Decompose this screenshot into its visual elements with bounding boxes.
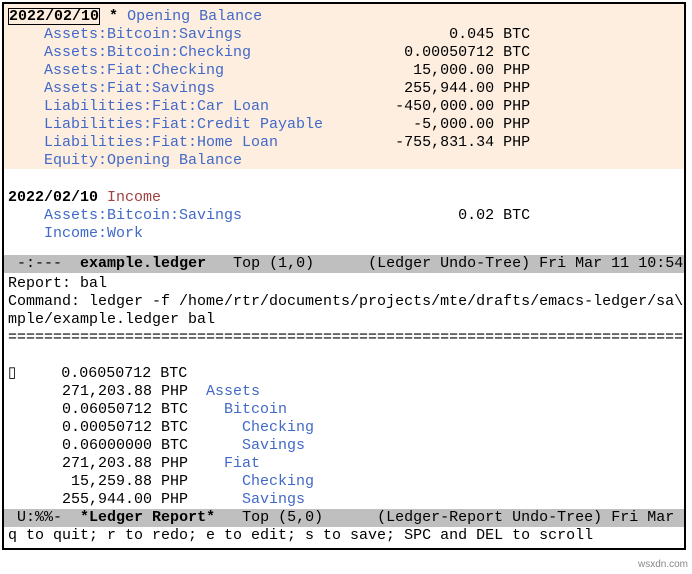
posting-account: Assets:Bitcoin:Savings [44,26,350,43]
report-account: Assets [206,383,260,400]
posting-line: Assets:Bitcoin:Savings 0.045 BTC [8,26,680,44]
watermark: wsxdn.com [638,556,688,574]
posting-account: Liabilities:Fiat:Car Loan [44,98,350,115]
posting-account: Assets:Bitcoin:Checking [44,44,350,61]
emacs-frame: 2022/02/10 * Opening Balance Assets:Bitc… [2,2,686,550]
modeline-report: U:%%- *Ledger Report* Top (5,0) (Ledger-… [4,509,684,527]
posting-line: Assets:Fiat:Checking 15,000.00 PHP [8,62,680,80]
posting-line: Assets:Bitcoin:Savings 0.02 BTC [8,207,680,225]
echo-text: q to quit; r to redo; e to edit; s to sa… [8,527,593,544]
posting-line: Income:Work [8,225,680,243]
posting-amount: -755,831.34 PHP [350,134,530,151]
report-account: Checking [242,419,314,436]
posting-line: Assets:Fiat:Savings 255,944.00 PHP [8,80,680,98]
posting-line: Liabilities:Fiat:Home Loan -755,831.34 P… [8,134,680,152]
transaction-header-opening: 2022/02/10 * Opening Balance [8,8,680,26]
transaction-header-income: 2022/02/10 Income [8,189,680,207]
modeline-flags: -:--- [17,255,62,272]
posting-account: Assets:Fiat:Checking [44,62,350,79]
posting-account: Liabilities:Fiat:Home Loan [44,134,350,151]
posting-amount [350,152,530,169]
modeline-position: Top (5,0) [242,509,323,526]
posting-account: Liabilities:Fiat:Credit Payable [44,116,350,133]
posting-amount: 0.02 BTC [350,207,530,224]
modeline-flags: U:%%- [17,509,62,526]
report-command-line2: mple/example.ledger bal [8,311,215,328]
posting-account: Assets:Fiat:Savings [44,80,350,97]
modeline-time: Fri Mar [611,509,674,526]
posting-amount: -5,000.00 PHP [350,116,530,133]
report-separator: ========================================… [8,329,683,346]
posting-line: Liabilities:Fiat:Credit Payable -5,000.0… [8,116,680,134]
modeline-modes: (Ledger Undo-Tree) [368,255,530,272]
report-command-line1: Command: ledger -f /home/rtr/documents/p… [8,293,683,310]
modeline-modes: (Ledger-Report Undo-Tree) [377,509,602,526]
posting-line: Liabilities:Fiat:Car Loan -450,000.00 PH… [8,98,680,116]
ledger-buffer-pane[interactable]: 2022/02/10 * Opening Balance Assets:Bitc… [4,4,684,169]
modeline-buffer-name: example.ledger [80,255,206,272]
report-account: Savings [242,437,305,454]
posting-amount: -450,000.00 PHP [350,98,530,115]
posting-account: Income:Work [44,225,350,242]
posting-account: Equity:Opening Balance [44,152,350,169]
modeline-position: Top (1,0) [233,255,314,272]
posting-amount: 255,944.00 PHP [350,80,530,97]
modeline-ledger: -:--- example.ledger Top (1,0) (Ledger U… [4,255,684,273]
buffer-cursor: 2022/02/10 [8,8,100,25]
modeline-time: Fri Mar 11 10:54 [539,255,683,272]
posting-amount: 15,000.00 PHP [350,62,530,79]
report-title: Report: bal [8,275,107,292]
posting-amount: 0.045 BTC [350,26,530,43]
report-account: Fiat [224,455,260,472]
posting-account: Assets:Bitcoin:Savings [44,207,350,224]
report-account: Bitcoin [224,401,287,418]
report-account: Savings [242,491,305,508]
posting-line: Equity:Opening Balance [8,152,680,170]
ledger-report-pane[interactable]: Report: bal Command: ledger -f /home/rtr… [4,273,684,509]
posting-amount [350,225,530,242]
modeline-buffer-name: *Ledger Report* [80,509,215,526]
report-account: Checking [242,473,314,490]
posting-line: Assets:Bitcoin:Checking 0.00050712 BTC [8,44,680,62]
echo-area: q to quit; r to redo; e to edit; s to sa… [4,527,684,545]
ledger-buffer-pane-cont[interactable]: 2022/02/10 Income Assets:Bitcoin:Savings… [4,169,684,255]
posting-amount: 0.00050712 BTC [350,44,530,61]
